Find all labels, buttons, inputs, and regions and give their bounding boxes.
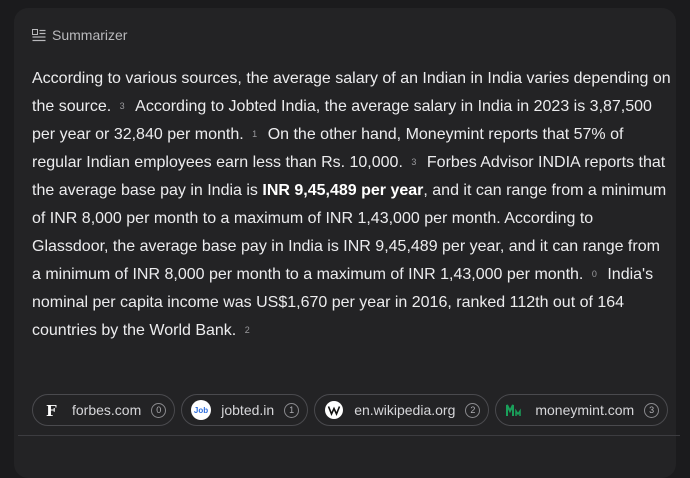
forbes-logo-icon: F: [42, 400, 62, 420]
source-number: 3: [644, 402, 660, 418]
citation-marker[interactable]: 2: [240, 324, 254, 336]
source-label: en.wikipedia.org: [354, 402, 456, 418]
source-number: 1: [284, 402, 300, 418]
divider: [18, 435, 680, 436]
summarizer-card: Summarizer According to various sources,…: [14, 8, 676, 478]
svg-text:F: F: [46, 402, 57, 418]
source-chip-moneymint[interactable]: moneymint.com 3: [495, 394, 669, 426]
wikipedia-logo-icon: [324, 400, 344, 420]
jobted-logo-icon: Job: [191, 400, 212, 420]
summary-list-icon: [32, 28, 46, 42]
source-chip-wikipedia[interactable]: en.wikipedia.org 2: [314, 394, 490, 426]
citation-marker[interactable]: 3: [115, 100, 129, 112]
source-label: moneymint.com: [535, 402, 635, 418]
source-number: 2: [465, 402, 481, 418]
source-label: jobted.in: [221, 402, 275, 418]
source-label: forbes.com: [72, 402, 142, 418]
source-number: 0: [151, 402, 167, 418]
svg-text:Job: Job: [194, 406, 208, 415]
summary-text: According to various sources, the averag…: [32, 65, 672, 345]
citation-marker[interactable]: 3: [407, 156, 421, 168]
source-chip-forbes[interactable]: F forbes.com 0: [32, 394, 176, 426]
summary-highlight: INR 9,45,489 per year: [262, 182, 424, 199]
summarizer-header: Summarizer: [32, 27, 127, 43]
citation-marker[interactable]: 1: [248, 128, 262, 140]
source-chip-jobted[interactable]: Job jobted.in 1: [181, 394, 309, 426]
moneymint-logo-icon: [505, 400, 525, 420]
source-chips: F forbes.com 0 Job jobted.in 1 en.wikipe…: [32, 394, 669, 426]
citation-marker[interactable]: 0: [587, 268, 601, 280]
summarizer-title: Summarizer: [52, 27, 128, 43]
